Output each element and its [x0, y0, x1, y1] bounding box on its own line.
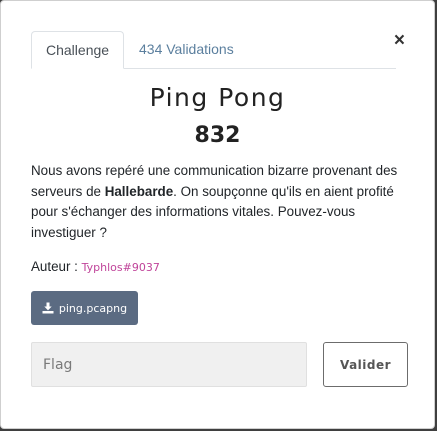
challenge-title: Ping Pong [149, 83, 286, 112]
tab-validations[interactable]: 434 Validations [125, 31, 248, 68]
tab-challenge[interactable]: Challenge [31, 31, 125, 69]
file-download-button[interactable]: ping.pcapng [31, 291, 138, 325]
author-line: Auteur : Typhlos#9037 [31, 259, 160, 274]
file-name: ping.pcapng [58, 301, 128, 315]
close-icon[interactable]: × [394, 31, 405, 51]
challenge-modal: Challenge 434 Validations × Ping Pong 83… [0, 0, 435, 429]
challenge-description: Nous avons repéré une communication biza… [31, 161, 406, 243]
description-bold: Hallebarde [104, 183, 174, 199]
author-label: Auteur : [31, 259, 78, 274]
challenge-points: 832 [194, 123, 241, 148]
tab-bar: Challenge 434 Validations [31, 31, 396, 69]
submit-button[interactable]: Valider [323, 342, 408, 387]
flag-input[interactable] [31, 342, 307, 387]
download-icon [42, 302, 54, 314]
author-handle[interactable]: Typhlos#9037 [82, 261, 160, 274]
